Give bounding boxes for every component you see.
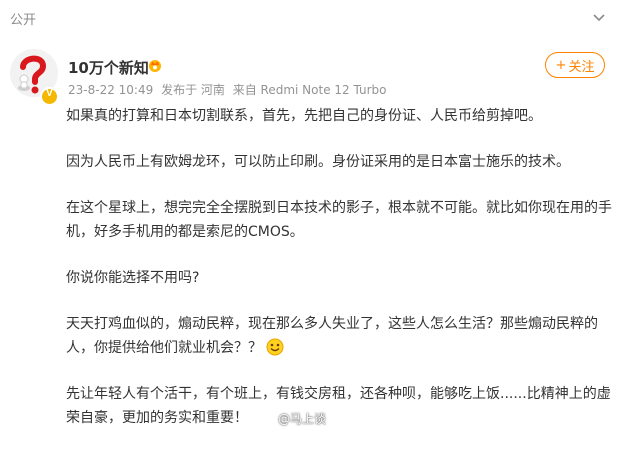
verified-badge-icon: V bbox=[40, 87, 59, 106]
smile-emoji-icon bbox=[266, 338, 284, 356]
post-body: 如果真的打算和日本切割联系，首先，先把自己的身份证、人民币给剪掉吧。 因为人民币… bbox=[66, 104, 621, 452]
post-location: 发布于 河南 bbox=[161, 83, 225, 97]
plus-icon: + bbox=[555, 57, 567, 73]
author-name[interactable]: 10万个新知 bbox=[68, 57, 149, 78]
post-paragraph-text: 天天打鸡血似的，煽动民粹，现在那么多人失业了，这些人怎么生活？那些煽动民粹的人，… bbox=[66, 316, 598, 356]
post-time[interactable]: 23-8-22 10:49 bbox=[68, 83, 153, 97]
post-header: 公开 bbox=[0, 0, 633, 36]
post-paragraph: 天天打鸡血似的，煽动民粹，现在那么多人失业了，这些人怎么生活？那些煽动民粹的人，… bbox=[66, 312, 621, 360]
post-paragraph: 因为人民币上有欧姆龙环，可以防止印刷。身份证采用的是日本富士施乐的技术。 bbox=[66, 154, 570, 170]
post-paragraph: 如果真的打算和日本切割联系，首先，先把自己的身份证、人民币给剪掉吧。 bbox=[66, 108, 542, 124]
follow-label: 关注 bbox=[568, 59, 595, 75]
crown-badge-icon bbox=[149, 60, 161, 72]
post-device: 来自 Redmi Note 12 Turbo bbox=[232, 83, 387, 97]
post-paragraph: 先让年轻人有个活干，有个班上，有钱交房租，还各种呗，能够吃上饭......比精神… bbox=[66, 386, 611, 426]
post-paragraph: 在这个星球上，想完完全全摆脱到日本技术的影子，根本就不可能。就比如你现在用的手机… bbox=[66, 200, 612, 240]
watermark: @马上谈 bbox=[278, 412, 327, 426]
post-meta: 23-8-22 10:49 发布于 河南 来自 Redmi Note 12 Tu… bbox=[68, 81, 390, 98]
post-paragraph: 你说你能选择不用吗? bbox=[66, 270, 200, 286]
visibility-label: 公开 bbox=[10, 13, 37, 28]
follow-button[interactable]: + 关注 bbox=[545, 52, 605, 78]
chevron-down-icon[interactable] bbox=[592, 10, 606, 24]
